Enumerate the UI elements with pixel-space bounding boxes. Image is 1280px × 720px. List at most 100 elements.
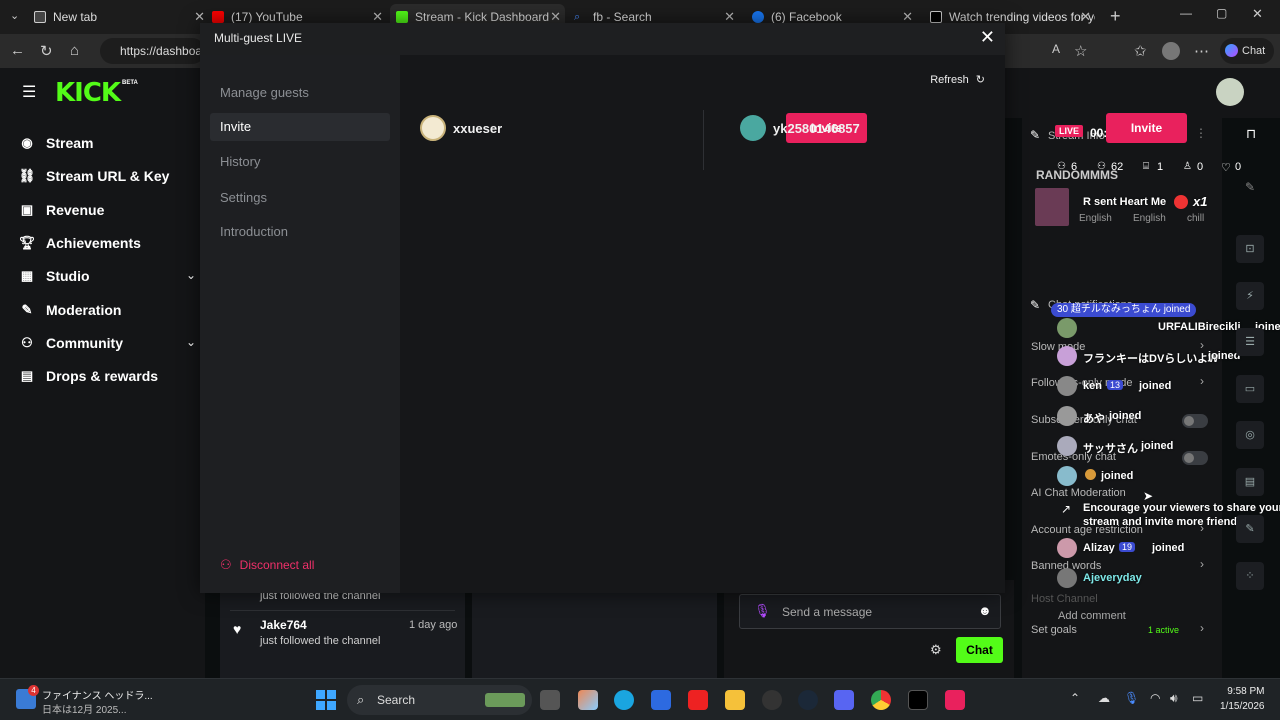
send-message-input[interactable]: 🎙︎ Send a message ☻	[739, 594, 1001, 629]
add-comment-input[interactable]: Add comment	[1058, 610, 1126, 622]
nav-manage-guests[interactable]: Manage guests	[210, 79, 390, 107]
nav-history[interactable]: History	[210, 148, 390, 176]
user-avatar[interactable]	[1216, 78, 1244, 106]
new-tab-plus-icon[interactable]: +	[1110, 6, 1121, 27]
sidebar-item-label: Stream	[46, 135, 94, 151]
wrench-icon[interactable]: ✎	[1236, 515, 1264, 543]
event-suffix: joined	[1152, 542, 1185, 554]
tab-list-chevron-icon[interactable]: ⌄	[10, 9, 19, 22]
tiktok-live-icon[interactable]	[945, 690, 965, 710]
windows-start-icon[interactable]	[316, 690, 336, 710]
nav-invite[interactable]: Invite	[210, 113, 390, 141]
edge-icon[interactable]	[614, 690, 634, 710]
feed-time: 1 day ago	[409, 619, 458, 631]
close-tab-icon[interactable]: ✕	[1080, 9, 1091, 25]
user-avatar	[1057, 568, 1077, 588]
chevron-down-icon[interactable]: ⌄	[186, 268, 196, 282]
refresh-label: Refresh	[930, 74, 969, 86]
layers-icon[interactable]: ▤	[1236, 468, 1264, 496]
steam-icon[interactable]	[798, 690, 818, 710]
volume-icon[interactable]: 🔊︎	[1170, 691, 1178, 706]
favorite-star-icon[interactable]: ☆	[1074, 42, 1087, 60]
cloud-icon[interactable]: ☁	[1098, 691, 1110, 705]
task-view-icon[interactable]	[540, 690, 560, 710]
maximize-icon[interactable]: ▢	[1216, 6, 1227, 20]
store-icon[interactable]	[651, 690, 671, 710]
profile-avatar[interactable]	[1162, 42, 1180, 60]
tag-english: English	[1133, 213, 1166, 224]
url-field[interactable]: https://dashboa	[100, 38, 205, 64]
read-aloud-icon[interactable]: A	[1052, 42, 1060, 56]
lock-icon[interactable]: ⊓	[1246, 126, 1256, 142]
feed-user-name[interactable]: Jake764	[260, 618, 307, 632]
disconnect-all-button[interactable]: ⚇ Disconnect all	[220, 557, 314, 573]
user-avatar	[1057, 318, 1077, 338]
tiktok-icon[interactable]	[908, 690, 928, 710]
chevron-up-icon[interactable]: ⌃	[1070, 691, 1080, 705]
tab-new-tab[interactable]: New tab ✕	[34, 4, 209, 30]
system-clock[interactable]: 9:58 PM 1/15/2026	[1220, 684, 1265, 714]
sidebar-item-moderation[interactable]: ✎ Moderation	[18, 298, 122, 322]
tag-english: English	[1079, 213, 1112, 224]
facebook-icon	[752, 11, 764, 23]
sidebar-item-drops-rewards[interactable]: ▤ Drops & rewards	[18, 364, 158, 388]
feed-item-text: just followed the channel	[260, 635, 381, 647]
gear-icon[interactable]: ⚙	[930, 642, 942, 658]
list-icon[interactable]: ☰	[1236, 328, 1264, 356]
back-icon[interactable]: ←	[10, 42, 25, 59]
wifi-icon[interactable]: ◠	[1150, 691, 1160, 705]
taskbar-search[interactable]: ⌕ Search	[347, 685, 532, 715]
users-icon: ⚇	[220, 557, 232, 572]
microphone-icon[interactable]: 🎙︎	[1124, 691, 1139, 705]
tab-label: New tab	[53, 10, 98, 24]
apps-icon[interactable]: ⁘	[1236, 562, 1264, 590]
chevron-down-icon[interactable]: ⌄	[186, 335, 196, 349]
close-icon[interactable]: ✕	[980, 27, 995, 48]
followers-icon: ♙	[1183, 161, 1192, 172]
news-title[interactable]: ファイナンス ヘッドラ...	[42, 687, 153, 702]
broadcast-icon[interactable]: ◎	[1236, 421, 1264, 449]
modal-nav: Manage guests Invite History Settings In…	[200, 55, 400, 593]
favorites-icon[interactable]: ✩	[1134, 42, 1147, 60]
sidebar-item-achievements[interactable]: 🏆︎ Achievements	[18, 231, 141, 255]
chrome-icon[interactable]	[871, 690, 891, 710]
windows-taskbar: 4 ファイナンス ヘッドラ... 日本は12月 2025... ⌕ Search…	[0, 678, 1280, 720]
sub-badge: 13	[1107, 380, 1124, 390]
sidebar-item-stream[interactable]: ◉ Stream	[18, 131, 93, 155]
lightning-icon[interactable]: ⚡︎	[1236, 282, 1264, 310]
nav-introduction[interactable]: Introduction	[210, 218, 390, 246]
invite-button[interactable]: Invite	[1106, 113, 1187, 143]
copilot-icon[interactable]	[578, 690, 598, 710]
chat-send-button[interactable]: Chat	[956, 637, 1003, 663]
sidebar-item-stream-url-key[interactable]: ⛓ Stream URL & Key	[18, 164, 170, 188]
window-close-icon[interactable]: ✕	[1252, 6, 1263, 22]
more-options-icon[interactable]: ⋯	[1194, 42, 1209, 60]
obs-icon[interactable]	[762, 690, 782, 710]
minimize-icon[interactable]: —	[1180, 6, 1192, 20]
guest-name: yk2580146857	[773, 121, 860, 136]
emoji-icon[interactable]: ☻	[978, 603, 992, 618]
home-icon[interactable]: ⌂	[70, 42, 79, 59]
pencil-icon[interactable]: ✎	[1245, 180, 1255, 194]
event-suffix: joined	[1109, 410, 1142, 422]
screen-icon[interactable]: ⊡	[1236, 235, 1264, 263]
kebab-menu-icon[interactable]: ⋮	[1195, 126, 1207, 140]
nav-settings[interactable]: Settings	[210, 184, 390, 212]
folder-icon[interactable]	[725, 690, 745, 710]
sidebar-item-studio[interactable]: ▦ Studio	[18, 264, 90, 288]
chat-bubble-icon[interactable]: ▭	[1236, 375, 1264, 403]
discord-icon[interactable]	[834, 690, 854, 710]
refresh-button[interactable]: Refresh ↻	[930, 73, 985, 86]
sidebar-item-revenue[interactable]: ▣ Revenue	[18, 198, 105, 222]
windows-logo-svg	[316, 690, 336, 710]
kick-logo[interactable]: KICK	[55, 78, 121, 108]
dashboard-sidebar: ◉ Stream ⛓ Stream URL & Key ▣ Revenue 🏆︎ Ach…	[0, 118, 205, 678]
hamburger-menu-icon[interactable]: ☰	[22, 82, 36, 102]
battery-icon[interactable]: ▭	[1192, 691, 1203, 705]
copilot-chat-button[interactable]: Chat	[1220, 38, 1274, 64]
feed-divider	[230, 610, 455, 611]
microphone-icon[interactable]: 🎙︎	[754, 603, 771, 619]
youtube-icon[interactable]	[688, 690, 708, 710]
sidebar-item-community[interactable]: ⚇ Community	[18, 331, 123, 355]
reload-icon[interactable]: ↻	[40, 42, 53, 60]
